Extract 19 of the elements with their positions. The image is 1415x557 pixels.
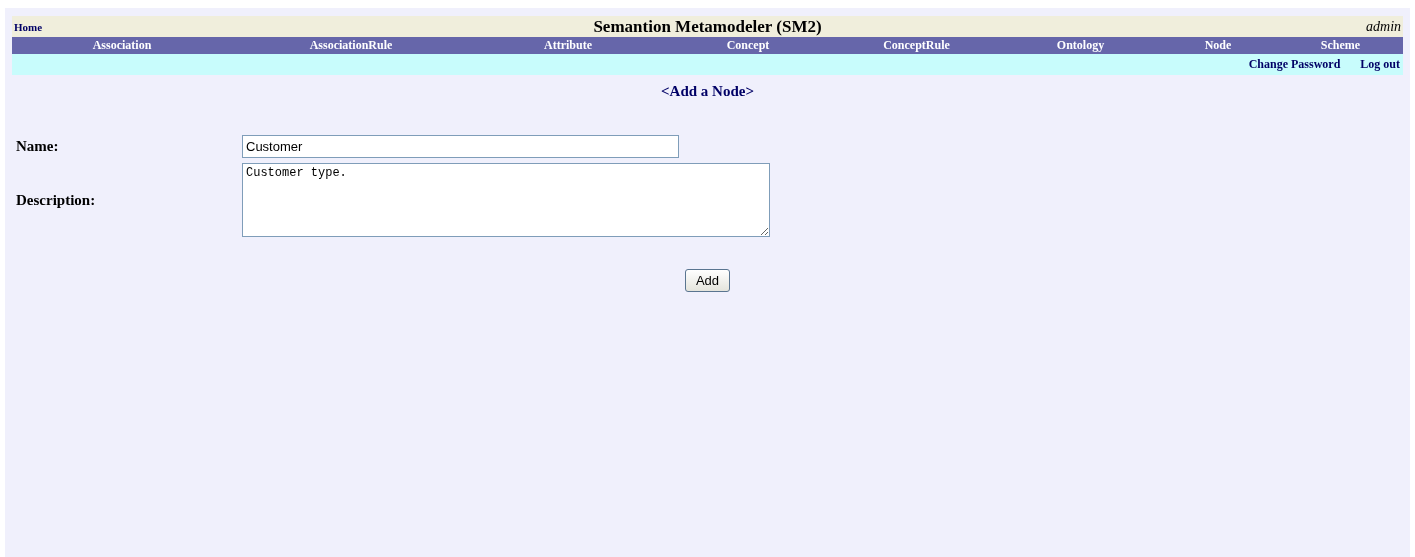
nav-link[interactable]: Ontology — [1056, 38, 1105, 53]
nav-link[interactable]: Scheme — [1320, 38, 1361, 53]
nav-link[interactable]: Association — [92, 38, 152, 53]
home-link[interactable]: Home — [14, 20, 594, 33]
nav-link[interactable]: ConceptRule — [883, 38, 950, 53]
nav-link[interactable]: Node — [1204, 38, 1232, 53]
name-field[interactable]: Customer — [242, 135, 679, 158]
nav-link[interactable]: Concept — [726, 38, 770, 53]
nav-link[interactable]: Attribute — [544, 38, 592, 53]
account-link[interactable]: Log out — [1360, 57, 1400, 72]
account-link[interactable]: Change Password — [1248, 57, 1341, 72]
nav-link[interactable]: AssociationRule — [309, 38, 393, 53]
page-title: Semantion Metamodeler (SM2) — [593, 16, 822, 37]
form-heading: <Add a Node> — [660, 83, 755, 100]
field-label: Name: — [16, 138, 60, 155]
add-button[interactable]: Add — [684, 269, 731, 292]
description-field[interactable]: Customer type. — [242, 163, 770, 237]
user-name: admin — [1365, 18, 1401, 35]
field-label: Description: — [16, 191, 97, 209]
